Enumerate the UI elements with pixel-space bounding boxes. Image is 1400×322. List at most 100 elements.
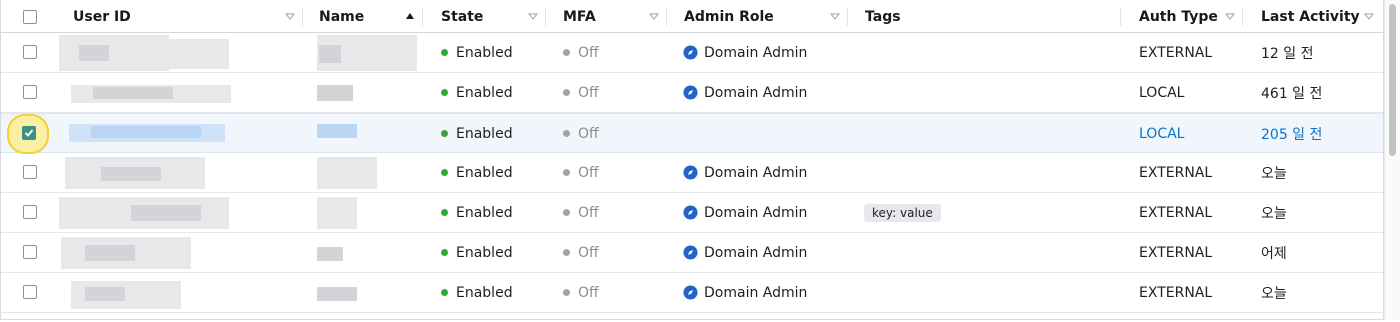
state-text: Enabled: [456, 164, 513, 181]
status-dot-icon: [563, 89, 570, 96]
column-header-label: Last Activity: [1261, 8, 1360, 25]
mfa-text: Off: [578, 125, 599, 142]
redacted-name: [317, 197, 357, 229]
column-header-name[interactable]: Name: [319, 0, 364, 33]
redacted-name: [317, 287, 357, 301]
column-header-mfa[interactable]: MFA: [563, 0, 596, 33]
status-dot-icon: [441, 169, 448, 176]
mfa-cell: Off: [563, 33, 599, 72]
admin-role-cell: Domain Admin: [683, 193, 807, 232]
table-row[interactable]: Enabled Off Domain Admin EXTERNAL 오늘: [1, 273, 1383, 313]
row-checkbox[interactable]: [23, 245, 37, 259]
mfa-text: Off: [578, 44, 599, 61]
column-divider[interactable]: [1120, 8, 1121, 26]
sort-caret-icon[interactable]: [1364, 11, 1374, 21]
column-header-label: MFA: [563, 8, 596, 25]
select-all-checkbox[interactable]: [23, 10, 37, 24]
redacted-user-id: [85, 245, 135, 261]
column-divider[interactable]: [422, 8, 423, 26]
mfa-text: Off: [578, 244, 599, 261]
column-divider[interactable]: [666, 8, 667, 26]
status-dot-icon: [441, 130, 448, 137]
column-divider[interactable]: [1242, 8, 1243, 26]
auth-type-cell: EXTERNAL: [1139, 204, 1213, 221]
column-header-user-id[interactable]: User ID: [73, 0, 131, 33]
column-header-last-activity[interactable]: Last Activity: [1261, 0, 1360, 33]
row-checkbox[interactable]: [23, 165, 37, 179]
redacted-name: [317, 247, 343, 261]
redacted-name: [317, 157, 377, 189]
redacted-name: [317, 124, 357, 138]
sort-caret-icon[interactable]: [830, 11, 840, 21]
table-row[interactable]: Enabled Off Domain Admin LOCAL 461 일 전: [1, 73, 1383, 113]
admin-role-text: Domain Admin: [704, 44, 808, 61]
users-table: User ID Name State MFA Admin Role Tags A…: [0, 0, 1384, 320]
state-text: Enabled: [456, 244, 513, 261]
status-dot-icon: [563, 49, 570, 56]
scrollbar-thumb[interactable]: [1389, 4, 1396, 156]
table-row-selected[interactable]: Enabled Off LOCAL 205 일 전: [1, 113, 1383, 153]
column-header-admin-role[interactable]: Admin Role: [684, 0, 774, 33]
status-dot-icon: [563, 169, 570, 176]
redacted-user-id: [59, 35, 169, 71]
redacted-user-id: [91, 126, 201, 138]
table-header: User ID Name State MFA Admin Role Tags A…: [1, 0, 1383, 33]
redacted-name: [317, 85, 353, 101]
mfa-cell: Off: [563, 114, 599, 153]
auth-type-cell: EXTERNAL: [1139, 244, 1213, 261]
last-activity-cell: 오늘: [1261, 285, 1287, 302]
row-checkbox[interactable]: [23, 205, 37, 219]
admin-role-cell: Domain Admin: [683, 233, 807, 272]
compass-icon: [683, 245, 698, 260]
mfa-cell: Off: [563, 273, 599, 312]
column-header-auth-type[interactable]: Auth Type: [1139, 0, 1218, 33]
admin-role-cell: Domain Admin: [683, 153, 807, 192]
tags-cell: key: value: [864, 193, 941, 232]
column-divider[interactable]: [545, 8, 546, 26]
state-cell: Enabled: [441, 153, 513, 192]
redacted-user-id: [79, 45, 109, 61]
column-header-label: Name: [319, 8, 365, 25]
row-checkbox[interactable]: [23, 85, 37, 99]
column-header-label: Tags: [865, 8, 901, 25]
admin-role-text: Domain Admin: [704, 164, 808, 181]
row-checkbox-checked[interactable]: [22, 126, 36, 140]
row-checkbox[interactable]: [23, 45, 37, 59]
status-dot-icon: [563, 249, 570, 256]
vertical-scrollbar[interactable]: [1384, 0, 1400, 320]
row-checkbox[interactable]: [23, 285, 37, 299]
last-activity-cell: 오늘: [1261, 205, 1287, 222]
sort-caret-icon[interactable]: [285, 11, 295, 21]
tag-badge[interactable]: key: value: [864, 203, 941, 222]
table-row[interactable]: Enabled Off Domain Admin EXTERNAL 오늘: [1, 153, 1383, 193]
sort-ascending-icon[interactable]: [405, 11, 415, 21]
compass-icon: [683, 205, 698, 220]
redacted-user-id: [93, 87, 173, 99]
admin-role-text: Domain Admin: [704, 204, 808, 221]
column-header-label: State: [441, 8, 484, 25]
mfa-cell: Off: [563, 153, 599, 192]
sort-caret-icon[interactable]: [1225, 11, 1235, 21]
table-row[interactable]: Enabled Off Domain Admin EXTERNAL 어제: [1, 233, 1383, 273]
auth-type-cell: EXTERNAL: [1139, 44, 1213, 61]
admin-role-text: Domain Admin: [704, 284, 808, 301]
state-cell: Enabled: [441, 114, 513, 153]
status-dot-icon: [441, 209, 448, 216]
status-dot-icon: [441, 249, 448, 256]
column-header-state[interactable]: State: [441, 0, 483, 33]
admin-role-cell: Domain Admin: [683, 33, 807, 72]
mfa-text: Off: [578, 204, 599, 221]
column-header-tags[interactable]: Tags: [865, 0, 901, 33]
admin-role-text: Domain Admin: [704, 84, 808, 101]
table-row[interactable]: Enabled Off Domain Admin EXTERNAL 12 일 전: [1, 33, 1383, 73]
sort-caret-icon[interactable]: [649, 11, 659, 21]
sort-caret-icon[interactable]: [528, 11, 538, 21]
state-text: Enabled: [456, 44, 513, 61]
mfa-text: Off: [578, 84, 599, 101]
table-row[interactable]: Enabled Off Domain Admin key: value EXTE…: [1, 193, 1383, 233]
state-cell: Enabled: [441, 73, 513, 112]
last-activity-cell: 205 일 전: [1261, 126, 1323, 143]
column-divider[interactable]: [847, 8, 848, 26]
column-divider[interactable]: [302, 8, 303, 26]
last-activity-cell: 12 일 전: [1261, 45, 1314, 62]
